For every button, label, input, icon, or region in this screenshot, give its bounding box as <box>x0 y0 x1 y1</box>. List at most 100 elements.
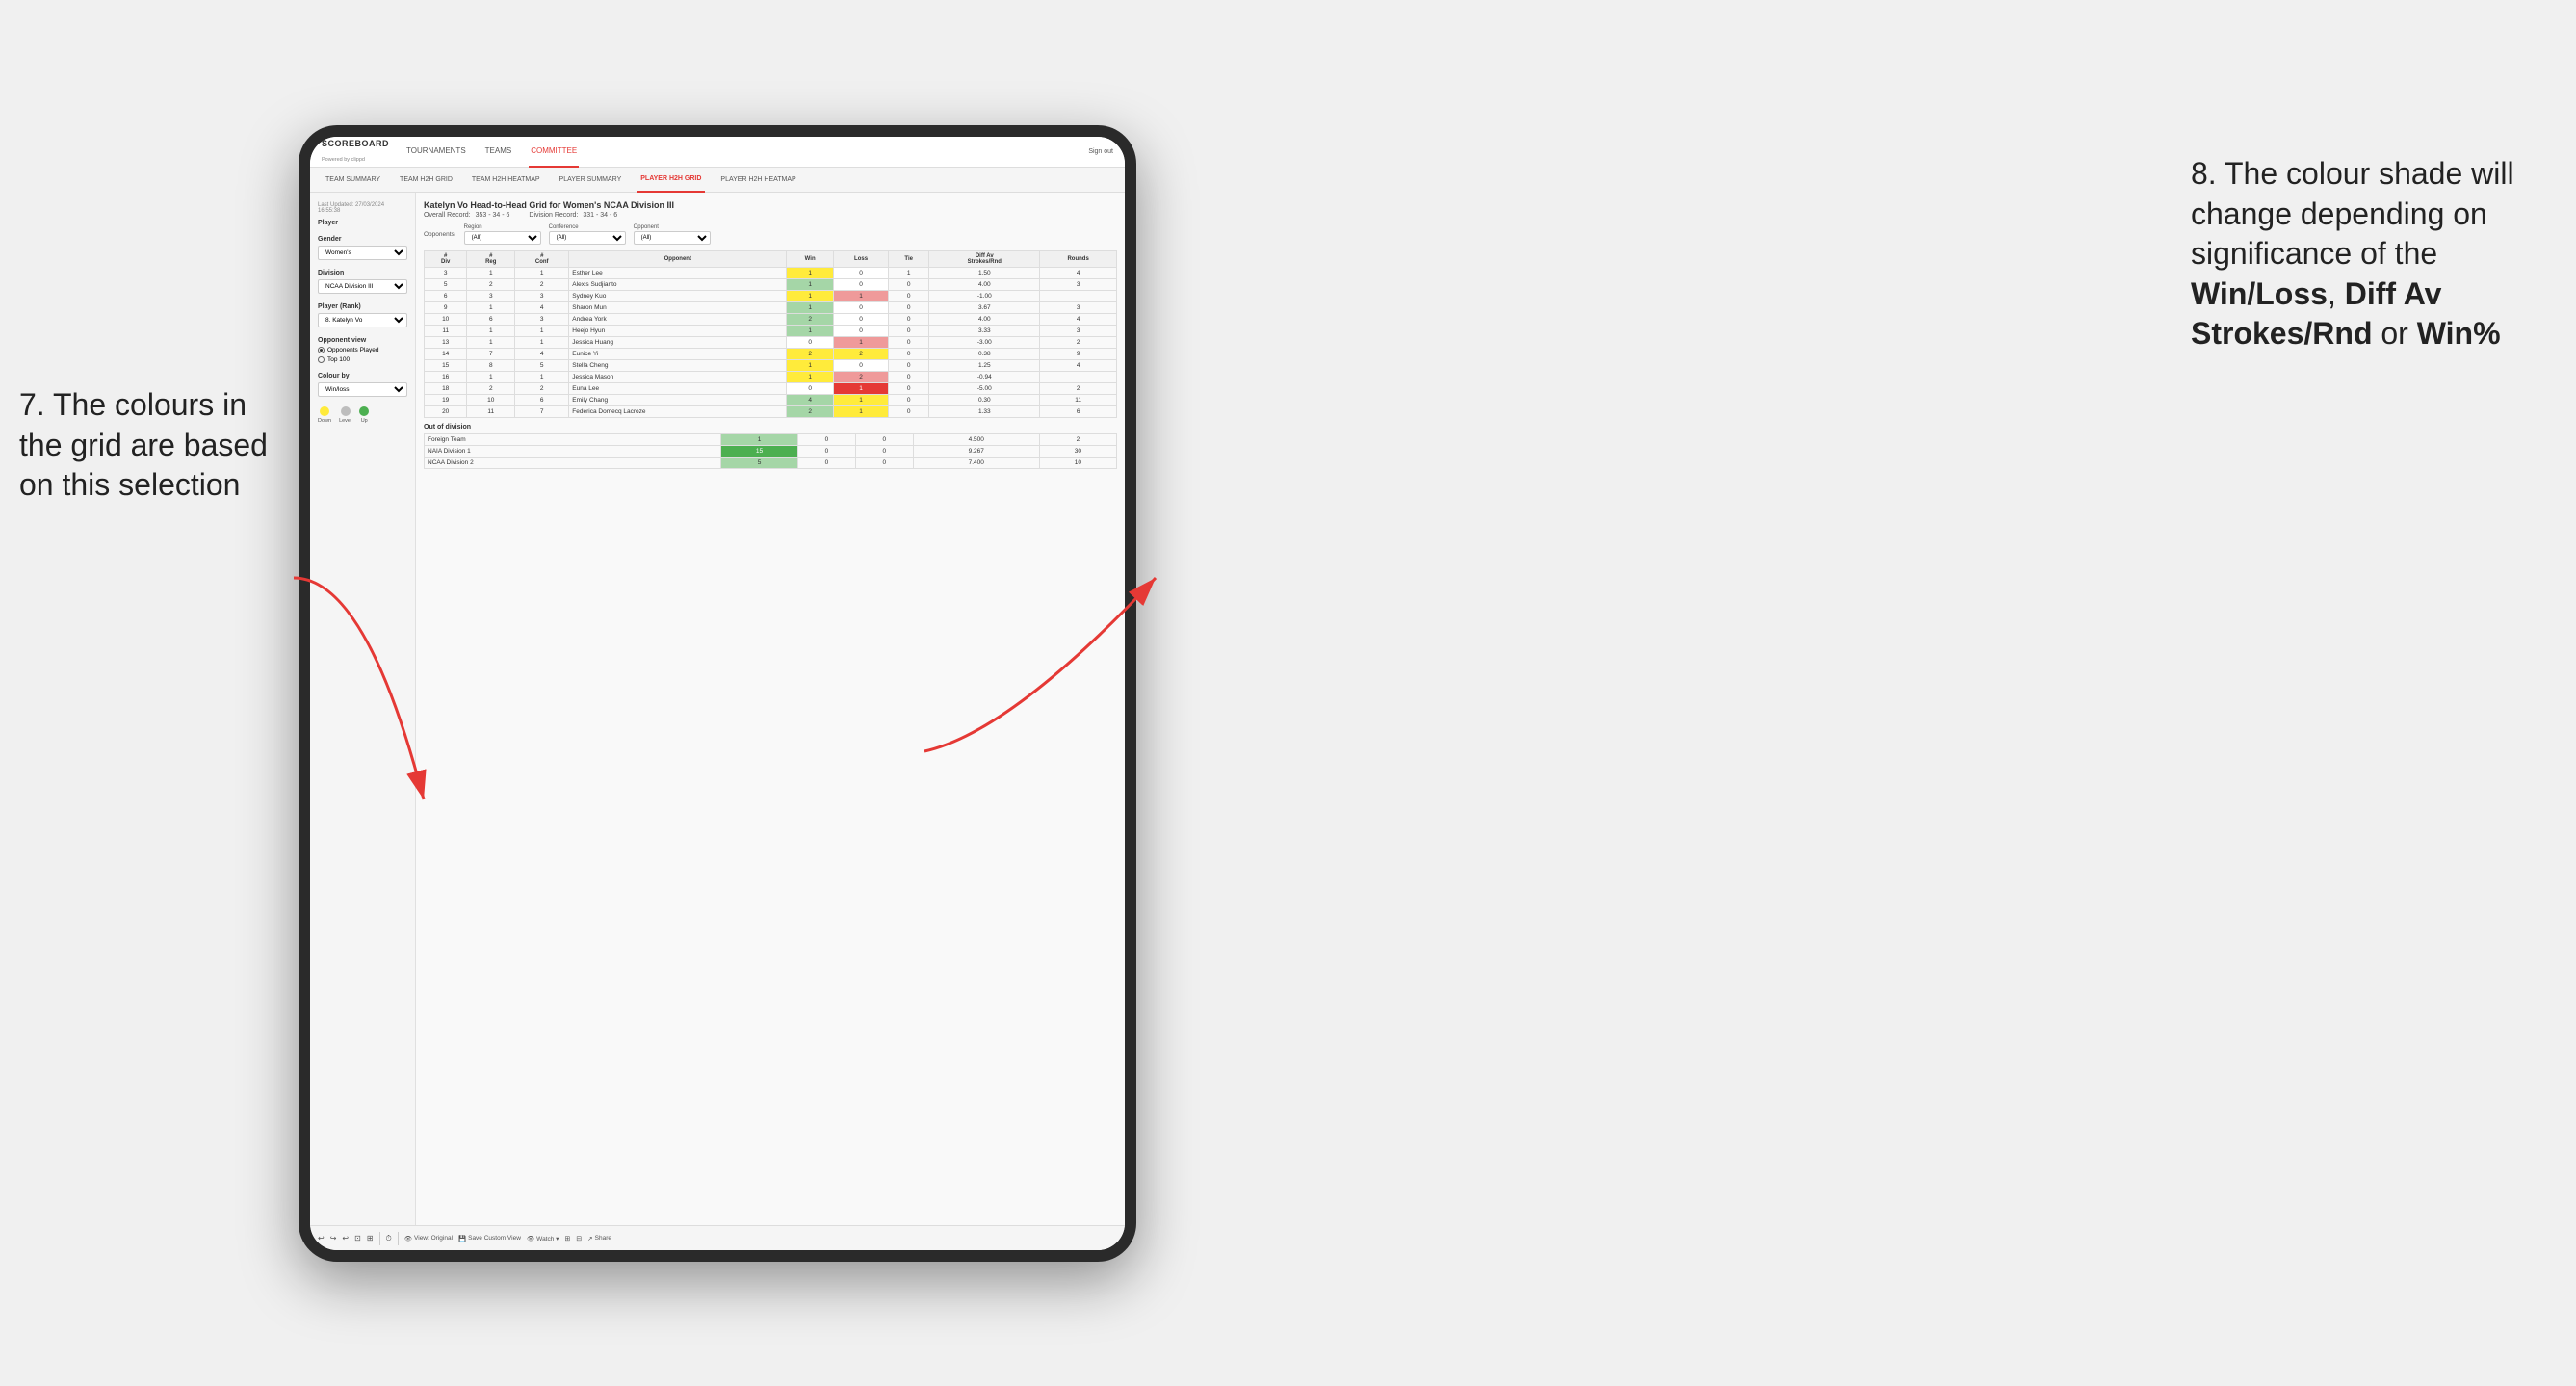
sidebar-division-select[interactable]: NCAA Division III <box>318 279 407 294</box>
sidebar-division-label: Division <box>318 270 407 276</box>
subnav-team-h2h-grid[interactable]: TEAM H2H GRID <box>396 168 456 193</box>
cell-tie: 0 <box>889 314 929 326</box>
toolbar-icon2[interactable]: ⊟ <box>576 1235 582 1242</box>
tablet-frame: SCOREBOARD Powered by clippd TOURNAMENTS… <box>299 125 1136 1262</box>
cell-opponent: Alexis Sudjianto <box>569 279 787 291</box>
tablet-screen: SCOREBOARD Powered by clippd TOURNAMENTS… <box>310 137 1125 1250</box>
filter-conference: Conference (All) <box>549 224 626 245</box>
table-row: 13 1 1 Jessica Huang 0 1 0 -3.00 2 <box>425 337 1117 349</box>
sidebar-colour-by-select[interactable]: Win/loss <box>318 382 407 397</box>
cell-conf: 1 <box>515 337 569 349</box>
subnav-team-h2h-heatmap[interactable]: TEAM H2H HEATMAP <box>468 168 544 193</box>
legend-level-dot <box>341 406 351 416</box>
cell-conf: 6 <box>515 395 569 406</box>
cell-rounds: 3 <box>1040 302 1117 314</box>
save-icon: 💾 <box>458 1235 466 1242</box>
legend-up-dot <box>359 406 369 416</box>
cell-diff: -1.00 <box>929 291 1040 302</box>
subnav-player-h2h-heatmap[interactable]: PLAYER H2H HEATMAP <box>716 168 799 193</box>
legend-level-text: Level <box>339 418 351 424</box>
toolbar-icon1[interactable]: ⊞ <box>564 1235 570 1242</box>
cell-div: 16 <box>425 372 467 383</box>
th-rounds: Rounds <box>1040 251 1117 268</box>
toolbar-copy[interactable]: ⊞ <box>367 1234 374 1242</box>
th-div: #Div <box>425 251 467 268</box>
main-data-table: #Div #Reg #Conf Opponent Win Loss Tie Di… <box>424 250 1117 418</box>
sidebar-radio-top100[interactable]: Top 100 <box>318 356 407 363</box>
cell-rounds: 6 <box>1040 406 1117 418</box>
legend-level: Level <box>339 406 351 424</box>
toolbar-divider2 <box>398 1232 399 1245</box>
cell-loss: 1 <box>834 291 889 302</box>
cell-loss: 0 <box>798 458 856 469</box>
cell-diff: 1.50 <box>929 268 1040 279</box>
toolbar-cut[interactable]: ⊡ <box>354 1234 361 1242</box>
sidebar-opponent-view-section: Opponent view Opponents Played Top 100 <box>318 337 407 363</box>
cell-conf: 2 <box>515 279 569 291</box>
toolbar-share[interactable]: ↗ Share <box>587 1235 611 1242</box>
cell-div: 14 <box>425 349 467 360</box>
cell-diff: 4.00 <box>929 279 1040 291</box>
sidebar-player-section: Player <box>318 220 407 226</box>
subnav-team-summary[interactable]: TEAM SUMMARY <box>322 168 384 193</box>
cell-reg: 7 <box>467 349 515 360</box>
cell-tie: 0 <box>889 337 929 349</box>
cell-diff: 7.400 <box>913 458 1039 469</box>
cell-team: Foreign Team <box>425 434 721 446</box>
toolbar-redo1[interactable]: ↪ <box>330 1234 337 1242</box>
cell-reg: 1 <box>467 268 515 279</box>
table-row: 20 11 7 Federica Domecq Lacroze 2 1 0 1.… <box>425 406 1117 418</box>
cell-rounds: 4 <box>1040 314 1117 326</box>
cell-conf: 2 <box>515 383 569 395</box>
cell-diff: 3.67 <box>929 302 1040 314</box>
annotation-right-bold3: Win% <box>2417 316 2501 351</box>
annotation-right: 8. The colour shade will change dependin… <box>2191 154 2557 354</box>
cell-div: 3 <box>425 268 467 279</box>
toolbar-redo2[interactable]: ↩ <box>342 1234 349 1242</box>
left-sidebar: Last Updated: 27/03/2024 16:55:38 Player… <box>310 193 416 1225</box>
cell-diff: 0.38 <box>929 349 1040 360</box>
nav-tournaments[interactable]: TOURNAMENTS <box>404 137 468 168</box>
cell-reg: 1 <box>467 302 515 314</box>
cell-loss: 1 <box>834 383 889 395</box>
filter-conference-select[interactable]: (All) <box>549 231 626 245</box>
subnav-player-summary[interactable]: PLAYER SUMMARY <box>556 168 626 193</box>
cell-opponent: Emily Chang <box>569 395 787 406</box>
filter-region-select[interactable]: (All) <box>464 231 541 245</box>
table-row: 6 3 3 Sydney Kuo 1 1 0 -1.00 <box>425 291 1117 302</box>
nav-teams[interactable]: TEAMS <box>483 137 514 168</box>
sidebar-gender-select[interactable]: Women's <box>318 246 407 260</box>
cell-reg: 3 <box>467 291 515 302</box>
radio-dot-opponents <box>318 347 325 353</box>
filter-opponent-select[interactable]: (All) <box>634 231 711 245</box>
cell-conf: 4 <box>515 349 569 360</box>
list-item: NAIA Division 1 15 0 0 9.267 30 <box>425 446 1117 458</box>
cell-rounds: 3 <box>1040 326 1117 337</box>
sidebar-player-rank-select[interactable]: 8. Katelyn Vo <box>318 313 407 327</box>
watch-icon: 👁 <box>527 1235 534 1242</box>
toolbar-undo[interactable]: ↩ <box>318 1234 325 1242</box>
division-record-label: Division Record: <box>529 212 578 219</box>
list-item: Foreign Team 1 0 0 4.500 2 <box>425 434 1117 446</box>
sidebar-radio-opponents-played[interactable]: Opponents Played <box>318 347 407 353</box>
cell-win: 1 <box>720 434 797 446</box>
toolbar-watch[interactable]: 👁 Watch ▾ <box>527 1235 559 1242</box>
filter-opponent: Opponent (All) <box>634 224 711 245</box>
cell-win: 1 <box>787 326 834 337</box>
nav-committee[interactable]: COMMITTEE <box>529 137 579 168</box>
cell-loss: 1 <box>834 337 889 349</box>
subnav-player-h2h-grid[interactable]: PLAYER H2H GRID <box>637 168 705 193</box>
cell-rounds: 2 <box>1040 337 1117 349</box>
right-content: Katelyn Vo Head-to-Head Grid for Women's… <box>416 193 1125 1225</box>
cell-win: 15 <box>720 446 797 458</box>
toolbar-save-custom[interactable]: 💾 Save Custom View <box>458 1235 521 1242</box>
legend-down: Down <box>318 406 331 424</box>
legend-down-text: Down <box>318 418 331 424</box>
toolbar-timer[interactable]: ⏱ <box>386 1234 392 1243</box>
sign-out-link[interactable]: Sign out <box>1088 148 1113 155</box>
cell-rounds <box>1040 372 1117 383</box>
th-loss: Loss <box>834 251 889 268</box>
cell-div: 9 <box>425 302 467 314</box>
toolbar-view-original[interactable]: 👁 View: Original <box>404 1235 453 1242</box>
annotation-right-text: 8. The colour shade will change dependin… <box>2191 156 2514 271</box>
